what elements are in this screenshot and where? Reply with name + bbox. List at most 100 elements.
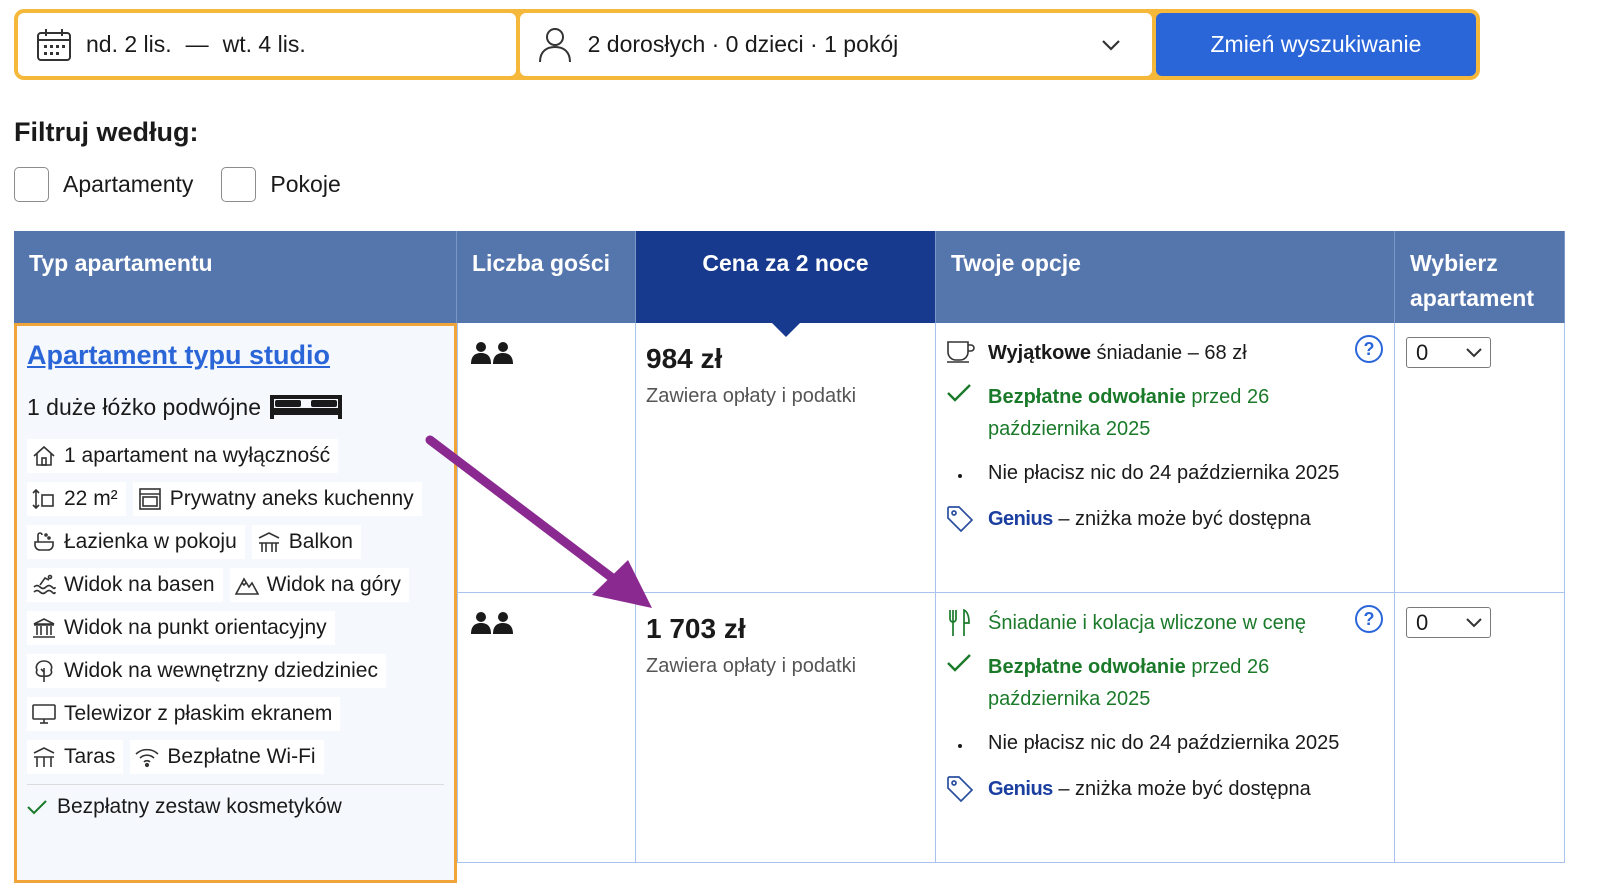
pool-icon (32, 573, 56, 597)
meal-text: śniadanie – 68 zł (1091, 342, 1247, 364)
options-cell: Wyjątkowe śniadanie – 68 zł Bezpłatne od… (936, 323, 1395, 592)
facility-kitchenette: Prywatny aneks kuchenny (132, 482, 422, 516)
filter-title: Filtruj według: (14, 117, 199, 147)
help-icon[interactable]: ? (1355, 335, 1383, 363)
facility-bathroom-label: Łazienka w pokoju (64, 530, 237, 553)
facility-landmark-view-label: Widok na punkt orientacyjny (64, 616, 327, 639)
wifi-icon (135, 745, 159, 769)
checkmark-icon (946, 383, 978, 403)
check-in-date: nd. 2 lis. (86, 31, 172, 57)
filter-rooms[interactable]: Pokoje (221, 167, 341, 202)
facility-pool-view: Widok na basen (27, 568, 223, 602)
balcony-icon (257, 530, 281, 554)
mountain-icon (234, 573, 259, 597)
header-select: Wybierz apartament (1395, 231, 1565, 323)
facility-courtyard-view-label: Widok na wewnętrzny dziedziniec (64, 659, 378, 682)
select-cell: 0 (1395, 593, 1565, 862)
room-name-link[interactable]: Apartament typu studio (27, 340, 330, 371)
guests-summary: 2 dorosłych · 0 dzieci · 1 pokój (587, 31, 899, 57)
room-count-value: 0 (1416, 609, 1429, 635)
meal-bold: Wyjątkowe (988, 342, 1091, 364)
facility-mountain-view: Widok na góry (229, 568, 409, 602)
facilities-list: 1 apartament na wyłączność 22 m² Prywatn… (27, 439, 444, 774)
options-cell: Śniadanie i kolacja wliczone w cenę Bezp… (936, 593, 1395, 862)
chevron-down-icon (1466, 617, 1482, 628)
genius-option: Genius – zniżka może być dostępna (946, 503, 1384, 535)
header-price-notch (771, 323, 800, 337)
person-icon (538, 27, 572, 63)
price-note: Zawiera opłaty i podatki (646, 655, 857, 677)
coffee-cup-icon (946, 339, 978, 363)
table-row: 1 703 zł Zawiera opłaty i podatki Śniada… (457, 593, 1565, 863)
genius-text: – zniżka może być dostępna (1052, 778, 1311, 800)
room-divider (27, 784, 444, 785)
double-bed-icon (269, 393, 343, 421)
facility-tv: Telewizor z płaskim ekranem (27, 697, 341, 731)
room-count-select[interactable]: 0 (1406, 607, 1491, 638)
room-size-icon (32, 487, 56, 511)
cancellation-option: Bezpłatne odwołanie przed 26 październik… (946, 651, 1384, 715)
bed-label: 1 duże łóżko podwójne (27, 393, 261, 420)
terrace-icon (32, 745, 56, 769)
date-separator: — (185, 31, 209, 57)
price-cell: 984 zł Zawiera opłaty i podatki (636, 323, 936, 592)
header-select-line2: apartament (1410, 285, 1534, 311)
facility-landmark-view: Widok na punkt orientacyjny (27, 611, 335, 645)
tv-icon (32, 702, 56, 726)
payment-option: Nie płacisz nic do 24 października 2025 (946, 727, 1384, 761)
facility-terrace: Taras (27, 740, 124, 774)
genius-text: – zniżka może być dostępna (1052, 508, 1311, 530)
tag-icon (946, 505, 978, 533)
price: 1 703 zł (646, 613, 746, 644)
table-body: Apartament typu studio 1 duże łóżko podw… (14, 323, 1565, 883)
payment-text: Nie płacisz nic do 24 października 2025 (988, 462, 1340, 484)
two-persons-icon (470, 341, 635, 365)
filter-apartments[interactable]: Apartamenty (14, 167, 193, 202)
two-persons-icon (470, 611, 635, 635)
checkmark-icon (27, 799, 47, 815)
meal-option: Śniadanie i kolacja wliczone w cenę (946, 607, 1384, 639)
room-count-value: 0 (1416, 339, 1429, 365)
facility-size-label: 22 m² (64, 487, 118, 510)
header-select-line1: Wybierz (1410, 250, 1498, 276)
rooms-checkbox[interactable] (221, 167, 257, 202)
table-header: Typ apartamentu Liczba gości Cena za 2 n… (14, 231, 1565, 337)
facility-mountain-view-label: Widok na góry (266, 573, 401, 596)
facility-pool-view-label: Widok na basen (64, 573, 215, 596)
perk-toiletries-label: Bezpłatny zestaw kosmetyków (57, 795, 342, 818)
cancellation-option: Bezpłatne odwołanie przed 26 październik… (946, 381, 1384, 445)
oven-icon (138, 487, 162, 511)
facility-courtyard-view: Widok na wewnętrzny dziedziniec (27, 654, 386, 688)
room-table: Typ apartamentu Liczba gości Cena za 2 n… (14, 231, 1565, 883)
facility-bathroom: Łazienka w pokoju (27, 525, 245, 559)
facility-exclusive-label: 1 apartament na wyłączność (64, 444, 331, 467)
facility-wifi-label: Bezpłatne Wi-Fi (167, 745, 316, 768)
offers: 984 zł Zawiera opłaty i podatki Wyjątkow… (457, 323, 1565, 883)
meal-option: Wyjątkowe śniadanie – 68 zł (946, 337, 1384, 369)
header-price-label: Cena za 2 noce (702, 250, 869, 276)
guests-cell (457, 593, 636, 862)
room-info-cell: Apartament typu studio 1 duże łóżko podw… (14, 323, 457, 883)
change-search-button[interactable]: Zmień wyszukiwanie (1155, 13, 1476, 76)
check-out-date: wt. 4 lis. (222, 31, 306, 57)
guests-selector[interactable]: 2 dorosłych · 0 dzieci · 1 pokój (519, 13, 1152, 76)
header-options: Twoje opcje (936, 231, 1395, 323)
genius-label: Genius (988, 778, 1053, 800)
facility-wifi: Bezpłatne Wi-Fi (130, 740, 324, 774)
help-icon[interactable]: ? (1355, 605, 1383, 633)
filter-apartments-label: Apartamenty (63, 171, 194, 197)
price: 984 zł (646, 343, 723, 374)
apartments-checkbox[interactable] (14, 167, 49, 202)
cancellation-bold: Bezpłatne odwołanie (988, 386, 1186, 408)
filter-options: Apartamenty Pokoje (14, 167, 369, 202)
tree-icon (32, 659, 56, 683)
header-room-type: Typ apartamentu (14, 231, 457, 323)
guests-cell (457, 323, 636, 592)
facility-exclusive: 1 apartament na wyłączność (27, 439, 339, 473)
header-price: Cena za 2 noce (636, 231, 936, 337)
bed-info: 1 duże łóżko podwójne (27, 393, 444, 421)
date-picker-field[interactable]: nd. 2 lis. — wt. 4 lis. (18, 13, 516, 76)
fork-knife-icon (946, 609, 978, 637)
home-icon (32, 444, 56, 468)
room-count-select[interactable]: 0 (1406, 337, 1491, 368)
